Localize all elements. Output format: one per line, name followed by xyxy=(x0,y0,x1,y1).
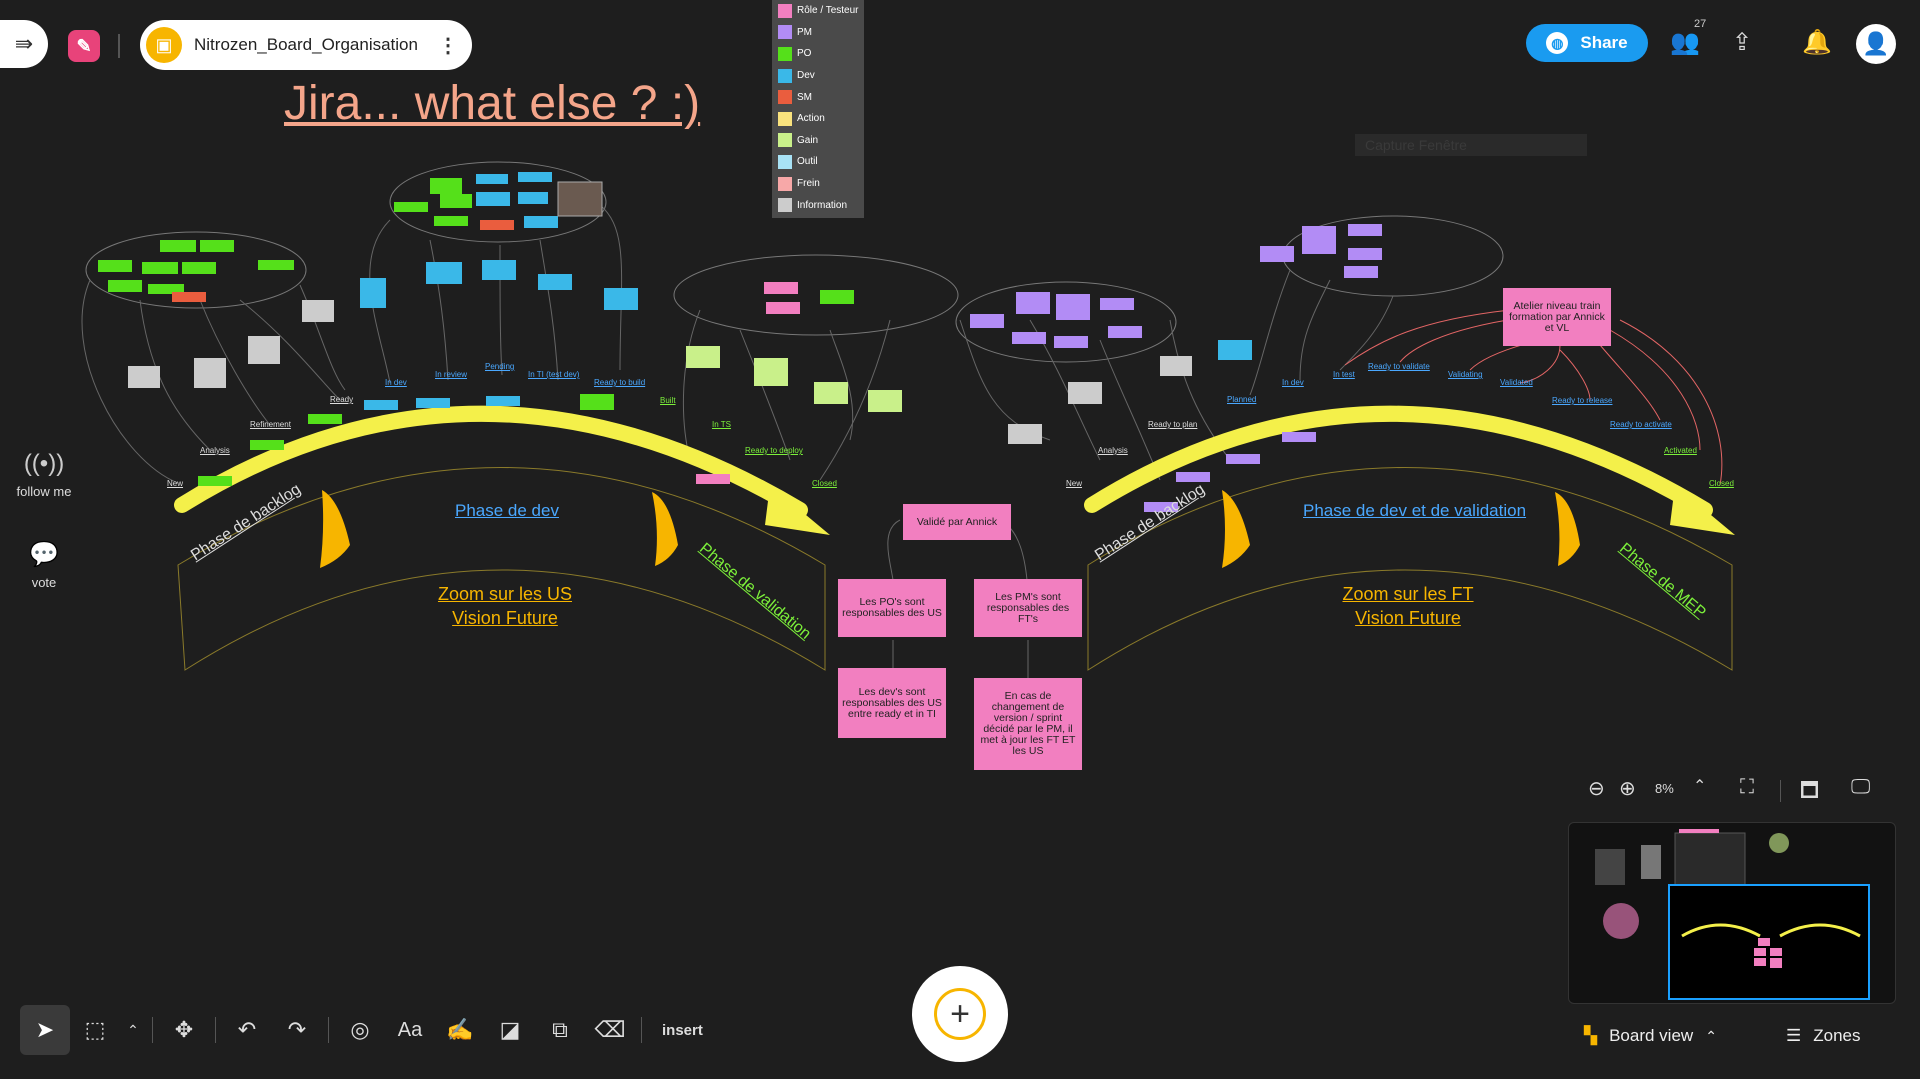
status-label: Ready to validate xyxy=(1368,362,1430,371)
band-separator xyxy=(1222,490,1250,568)
phase-dev-left: Phase de dev xyxy=(455,501,559,520)
cursor-icon: ➤ xyxy=(35,1017,55,1042)
card-pm-responsabilite[interactable]: Les PM's sont responsables des FT's xyxy=(974,579,1082,637)
select-tool-button[interactable]: ➤ xyxy=(20,1005,70,1055)
card-valide[interactable]: Validé par Annick xyxy=(903,504,1011,540)
connector-tool-icon[interactable]: ⧉ xyxy=(535,1017,585,1043)
redo-icon[interactable]: ↷ xyxy=(272,1017,322,1043)
search-board-icon[interactable]: 🗖 xyxy=(1800,776,1819,810)
color-picker-icon[interactable]: ◎ xyxy=(335,1017,385,1043)
screen-settings-icon[interactable]: 🖵 xyxy=(1851,776,1870,799)
card-po-responsabilite[interactable]: Les PO's sont responsables des US xyxy=(838,579,946,637)
zoom-in-icon[interactable]: ⊕ xyxy=(1619,776,1636,801)
shape-tool-icon[interactable]: ◪ xyxy=(485,1017,535,1043)
zoom-line-1: Zoom sur les FT xyxy=(1342,584,1474,604)
status-label: New xyxy=(167,479,184,488)
zones-button[interactable]: ☰ Zones xyxy=(1786,1026,1861,1046)
text-tool-icon[interactable]: Aa xyxy=(385,1019,435,1042)
divider xyxy=(152,1017,153,1043)
status-label: Built xyxy=(660,396,676,405)
phase-dev-validation-right: Phase de dev et de validation xyxy=(1303,501,1527,520)
divider xyxy=(1780,780,1781,802)
status-label: Ready xyxy=(330,395,354,404)
status-label: Validated xyxy=(1500,378,1533,387)
list-icon: ☰ xyxy=(1786,1026,1802,1045)
status-label: New xyxy=(1066,479,1083,488)
chevron-up-icon: ⌃ xyxy=(1705,1027,1717,1044)
divider xyxy=(641,1017,642,1043)
insert-button[interactable]: insert xyxy=(662,1022,703,1039)
band-separator xyxy=(320,490,350,568)
zones-label: Zones xyxy=(1813,1026,1861,1045)
fullscreen-icon[interactable]: ⛶ xyxy=(1740,776,1754,799)
zoom-out-icon[interactable]: ⊖ xyxy=(1588,776,1605,801)
status-label: Analysis xyxy=(1098,446,1128,455)
pen-tool-icon[interactable]: ✍ xyxy=(435,1017,485,1043)
status-label: Ready to activate xyxy=(1610,420,1672,429)
status-label: Ready to release xyxy=(1552,396,1613,405)
zoom-line-2: Vision Future xyxy=(1355,608,1461,628)
add-button[interactable]: + xyxy=(912,966,1008,1062)
bottom-toolbar: ➤ ⬚ ⌃ ✥ ↶ ↷ ◎ Aa ✍ ◪ ⧉ ⌫ insert xyxy=(20,1004,703,1056)
status-label: In TI (test dev) xyxy=(528,370,580,379)
status-label: Validating xyxy=(1448,370,1483,379)
minimap-viewport[interactable] xyxy=(1668,884,1870,1000)
status-label: Pending xyxy=(485,362,515,371)
board-view-button[interactable]: ▚ Board view ⌃ xyxy=(1584,1026,1717,1046)
right-flow-arrowhead xyxy=(1670,485,1735,535)
card-atelier-formation[interactable]: Atelier niveau train formation par Annic… xyxy=(1503,288,1611,346)
status-label: In TS xyxy=(712,420,731,429)
card-dev-responsabilite[interactable]: Les dev's sont responsables des US entre… xyxy=(838,668,946,738)
band-separator xyxy=(652,492,678,566)
divider xyxy=(328,1017,329,1043)
status-label: Refinement xyxy=(250,420,291,429)
status-label: Ready to build xyxy=(594,378,646,387)
chevron-up-icon[interactable]: ⌃ xyxy=(1693,776,1706,796)
card-changement-version[interactable]: En cas de changement de version / sprint… xyxy=(974,678,1082,770)
status-label: Analysis xyxy=(200,446,230,455)
marquee-select-icon[interactable]: ⬚ xyxy=(70,1017,120,1043)
status-label: In review xyxy=(435,370,468,379)
cluster-ellipse xyxy=(673,254,959,336)
status-label: Planned xyxy=(1227,395,1257,404)
status-label: Activated xyxy=(1664,446,1697,455)
pan-tool-icon[interactable]: ✥ xyxy=(159,1017,209,1043)
zoom-line-2: Vision Future xyxy=(452,608,558,628)
board-view-icon: ▚ xyxy=(1584,1026,1598,1045)
status-label: Closed xyxy=(1709,479,1734,488)
status-label: Ready to deploy xyxy=(745,446,803,455)
status-label: In test xyxy=(1333,370,1355,379)
zoom-level[interactable]: 8% xyxy=(1655,781,1674,796)
minimap-viewport-content xyxy=(1681,923,1861,968)
band-separator xyxy=(1555,492,1580,566)
divider xyxy=(215,1017,216,1043)
zoom-us-label: Zoom sur les US Vision Future xyxy=(405,582,605,630)
board-view-label: Board view xyxy=(1609,1026,1694,1045)
status-label: In dev xyxy=(1282,378,1304,387)
plus-icon: + xyxy=(934,988,986,1040)
status-label: In dev xyxy=(385,378,407,387)
status-label: Closed xyxy=(812,479,837,488)
status-label: Ready to plan xyxy=(1148,420,1198,429)
chevron-up-icon[interactable]: ⌃ xyxy=(120,1022,146,1039)
undo-icon[interactable]: ↶ xyxy=(222,1017,272,1043)
left-flow-arrowhead xyxy=(765,485,830,535)
zoom-line-1: Zoom sur les US xyxy=(437,584,573,604)
zoom-ft-label: Zoom sur les FT Vision Future xyxy=(1308,582,1508,630)
eraser-icon[interactable]: ⌫ xyxy=(585,1017,635,1043)
